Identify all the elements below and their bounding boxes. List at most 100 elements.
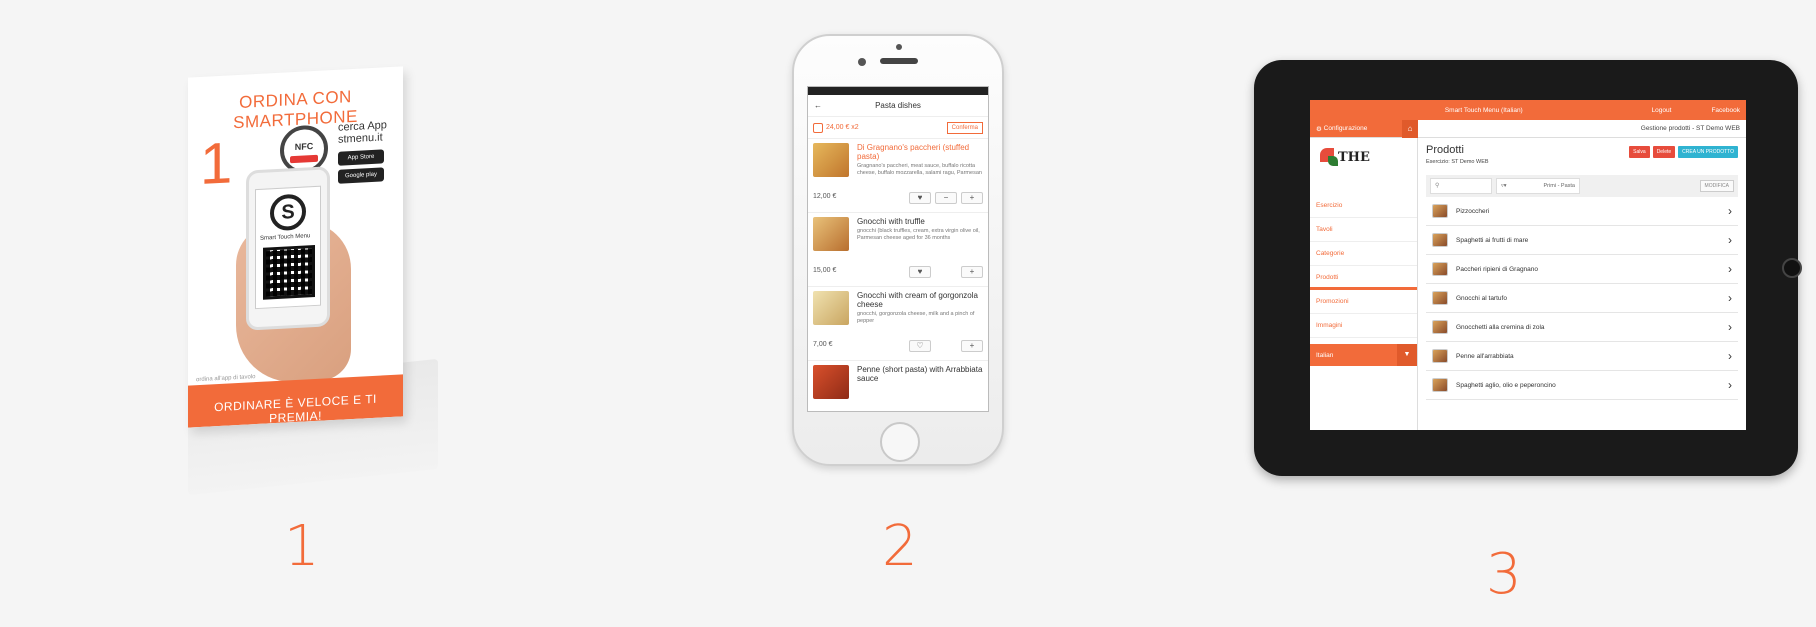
dish-name: Gnocchi with truffle [857, 217, 925, 226]
sidebar-item-tavoli[interactable]: Tavoli [1310, 218, 1417, 242]
product-row[interactable]: Spaghetti aglio, olio e peperoncino › [1426, 371, 1738, 400]
plus-button[interactable]: + [961, 340, 983, 352]
dish-image [813, 143, 849, 177]
plus-button[interactable]: + [961, 266, 983, 278]
heart-icon[interactable]: ♡ [909, 340, 931, 352]
top-bar: Smart Touch Menu (Italian) Logout Facebo… [1310, 100, 1746, 120]
home-icon[interactable]: ⌂ [1402, 119, 1418, 138]
modify-button[interactable]: MODIFICA [1699, 180, 1734, 192]
product-row[interactable]: Spaghetti ai frutti di mare › [1426, 226, 1738, 255]
sidebar-item-prodotti[interactable]: Prodotti [1310, 266, 1417, 290]
chevron-right-icon: › [1728, 291, 1732, 305]
dish-name: Gnocchi with cream of gorgonzola cheese [857, 291, 978, 309]
search-input[interactable]: ⚲ [1430, 178, 1492, 194]
product-row[interactable]: Gnocchi al tartufo › [1426, 284, 1738, 313]
chevron-down-icon: ▼ [1397, 344, 1417, 366]
minus-button[interactable]: − [935, 192, 957, 204]
breadcrumb: Gestione prodotti - ST Demo WEB [1640, 125, 1740, 132]
product-row[interactable]: Gnocchetti alla cremina di zola › [1426, 313, 1738, 342]
dish-item[interactable]: Gnocchi with truffle gnocchi (black truf… [808, 213, 988, 287]
home-button[interactable] [880, 422, 920, 462]
product-thumbnail [1432, 233, 1448, 247]
product-name: Penne all'arrabbiata [1456, 352, 1514, 360]
ipad-home-button[interactable] [1782, 258, 1802, 278]
create-product-button[interactable]: CREA UN PRODOTTO [1678, 146, 1738, 158]
cart-amount: 24,00 € x2 [826, 124, 859, 131]
main-content: Prodotti Esercizio: ST Demo WEB Salva De… [1418, 138, 1746, 430]
chevron-right-icon: › [1728, 378, 1732, 392]
gear-icon: ⚙ [1316, 125, 1324, 133]
smartphone-screen: S Smart Touch Menu [255, 185, 321, 310]
step-number-2: 2 [882, 514, 918, 579]
dish-name: Penne (short pasta) with Arrabbiata sauc… [857, 365, 983, 383]
product-row[interactable]: Pizzoccheri › [1426, 197, 1738, 226]
product-thumbnail [1432, 320, 1448, 334]
dish-description: gnocchi (black truffles, cream, extra vi… [857, 228, 980, 241]
sidebar-item-esercizio[interactable]: Esercizio [1310, 194, 1417, 218]
config-label: Configurazione [1323, 125, 1368, 132]
dish-description: gnocchi, gorgonzola cheese, milk and a p… [857, 311, 975, 324]
product-thumbnail [1432, 349, 1448, 363]
language-select[interactable]: Italian ▼ [1310, 344, 1417, 366]
plus-button[interactable]: + [961, 192, 983, 204]
product-row[interactable]: Paccheri ripieni di Gragnano › [1426, 255, 1738, 284]
sub-bar: ⚙ Configurazione ⌂ Gestione prodotti - S… [1310, 119, 1746, 138]
logo-text: THE [1338, 150, 1370, 165]
restaurant-logo: THE [1320, 148, 1370, 174]
chevron-right-icon: › [1728, 233, 1732, 247]
dish-image [813, 365, 849, 399]
dish-name: Di Gragnano's paccheri (stuffed pasta) [857, 143, 970, 161]
delete-button[interactable]: Delete [1652, 146, 1676, 158]
google-play-badge: Google play [338, 167, 384, 184]
heart-icon[interactable]: ♥ [909, 266, 931, 278]
header-title: Pasta dishes [875, 101, 921, 110]
dish-image [813, 291, 849, 325]
stand-number: 1 [200, 130, 233, 198]
ipad-screen: Smart Touch Menu (Italian) Logout Facebo… [1310, 100, 1746, 430]
dish-price: 15,00 € [813, 267, 837, 274]
filter-row: ⚲ ▿▾ Primi - Pasta MODIFICA [1426, 175, 1738, 197]
shopping-bag-icon [813, 122, 823, 133]
iphone-device: ← Pasta dishes 24,00 € x2 Conferma Di Gr… [792, 34, 1004, 466]
product-name: Gnocchi al tartufo [1456, 294, 1507, 302]
chevron-right-icon: › [1728, 320, 1732, 334]
search-icon: ⚲ [1435, 183, 1440, 189]
stand-card: ORDINA CON SMARTPHONE 1 NFC cerca App st… [188, 66, 403, 428]
category-filter[interactable]: ▿▾ Primi - Pasta [1496, 178, 1580, 194]
facebook-link[interactable]: Facebook [1711, 107, 1740, 114]
brand-name: Smart Touch Menu [260, 233, 311, 242]
sidebar-item-immagini[interactable]: Immagini [1310, 314, 1417, 338]
product-row[interactable]: Penne all'arrabbiata › [1426, 342, 1738, 371]
logout-link[interactable]: Logout [1652, 107, 1672, 114]
product-name: Spaghetti aglio, olio e peperoncino [1456, 381, 1556, 389]
back-arrow-icon[interactable]: ← [814, 101, 828, 110]
product-name: Paccheri ripieni di Gragnano [1456, 265, 1539, 273]
sensor-icon [858, 58, 866, 66]
product-thumbnail [1432, 204, 1448, 218]
config-menu[interactable]: ⚙ Configurazione ⌂ [1310, 119, 1418, 138]
dish-item[interactable]: Penne (short pasta) with Arrabbiata sauc… [808, 361, 988, 411]
save-button[interactable]: Salva [1629, 146, 1650, 158]
nfc-stripe [290, 154, 318, 164]
confirm-button[interactable]: Conferma [946, 121, 983, 134]
dish-item[interactable]: Gnocchi with cream of gorgonzola cheese … [808, 287, 988, 361]
heart-icon[interactable]: ♥ [909, 192, 931, 204]
qr-code-icon [263, 244, 315, 300]
brand-logo-icon: S [270, 193, 306, 232]
sidebar: THE Esercizio Tavoli Categorie Prodotti … [1310, 138, 1418, 430]
dish-price: 7,00 € [813, 341, 833, 348]
status-bar [808, 87, 988, 95]
dish-item[interactable]: Di Gragnano's paccheri (stuffed pasta) G… [808, 139, 988, 213]
sidebar-item-promozioni[interactable]: Promozioni [1310, 290, 1417, 314]
app-hint: cerca App stmenu.it [338, 119, 387, 146]
app-store-badge: App Store [338, 149, 384, 166]
phone-screen: ← Pasta dishes 24,00 € x2 Conferma Di Gr… [807, 86, 989, 412]
page-subtitle: Esercizio: ST Demo WEB [1426, 159, 1489, 165]
sidebar-item-categorie[interactable]: Categorie [1310, 242, 1417, 266]
ipad-device: Smart Touch Menu (Italian) Logout Facebo… [1254, 60, 1802, 476]
app-header: ← Pasta dishes [808, 95, 988, 117]
dish-description: Gragnano's paccheri, meat sauce, buffalo… [857, 163, 982, 176]
product-name: Gnocchetti alla cremina di zola [1456, 323, 1545, 331]
logo-area: THE [1310, 138, 1417, 194]
filter-icon: ▿▾ [1501, 183, 1507, 189]
